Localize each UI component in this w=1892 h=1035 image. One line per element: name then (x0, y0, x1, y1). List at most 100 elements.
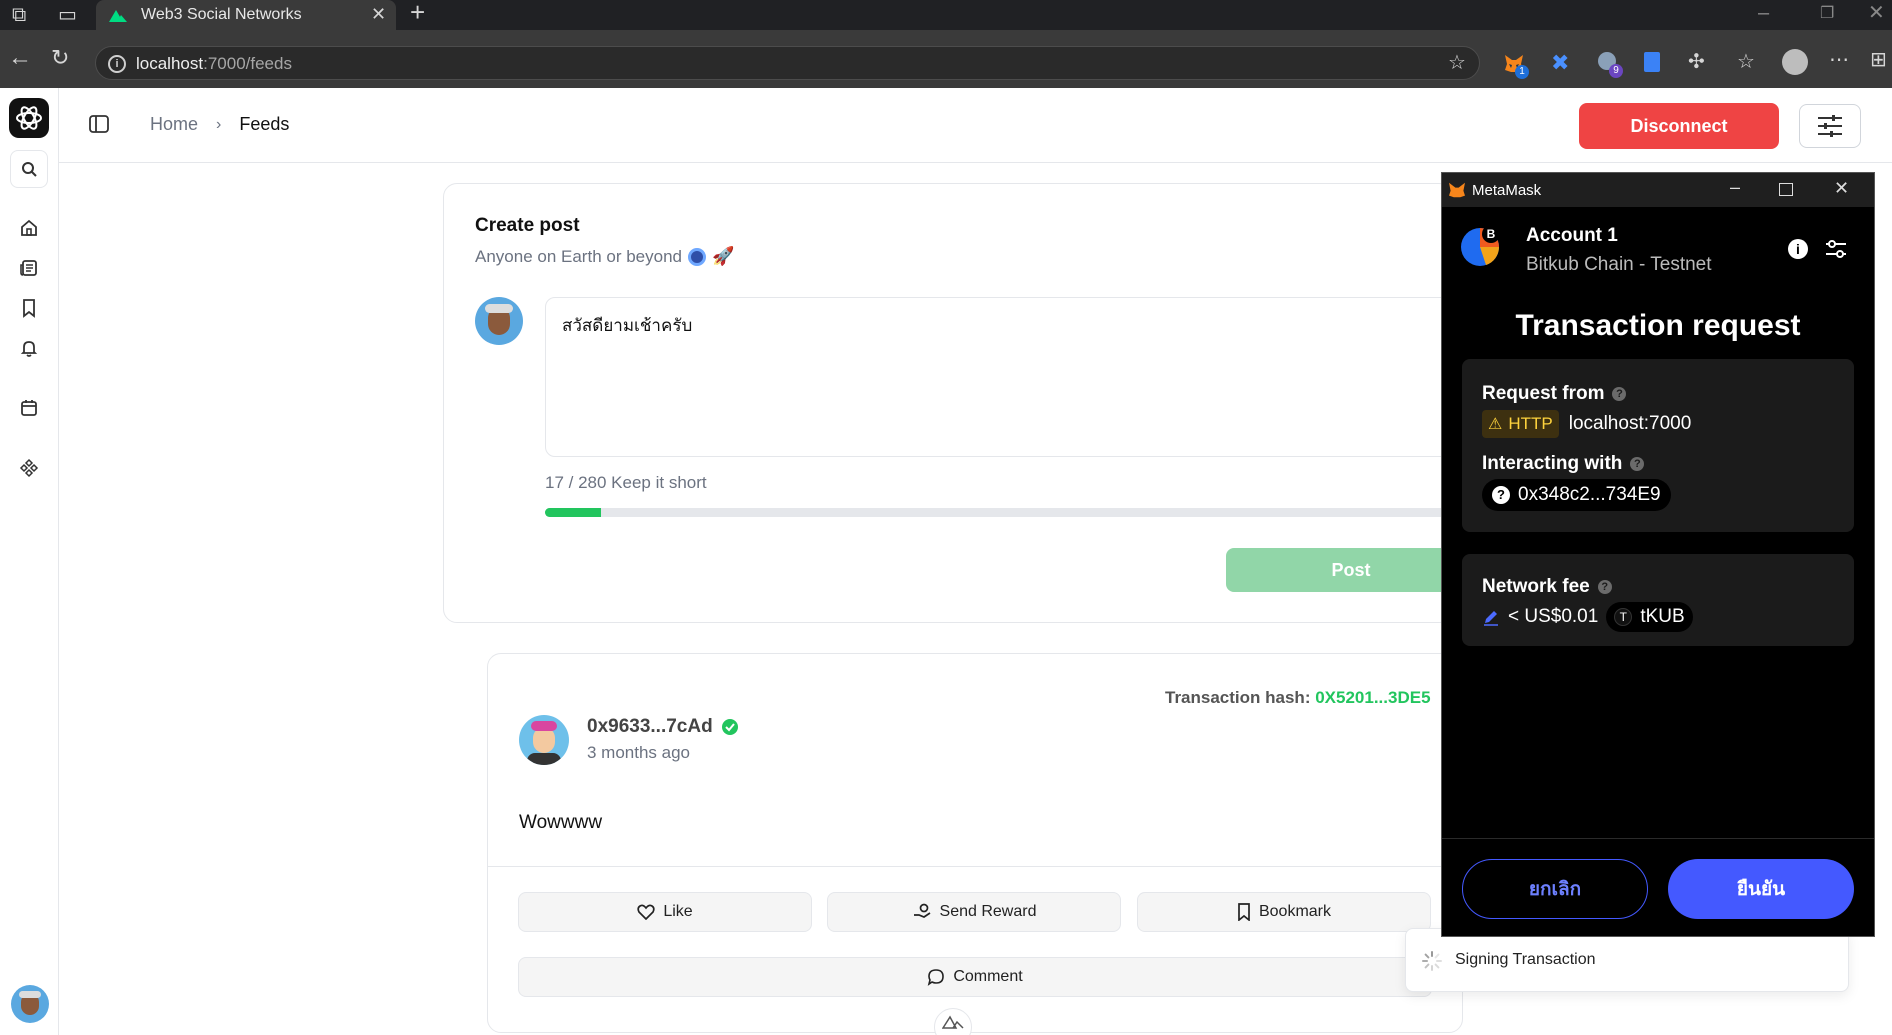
favorite-star-icon[interactable]: ☆ (1448, 53, 1466, 73)
nuxt-logo-icon (942, 1015, 964, 1029)
metamask-extension-icon[interactable]: 1 (1503, 52, 1529, 79)
create-post-card: Create post Anyone on Earth or beyond 🚀 … (443, 183, 1476, 623)
mm-close-icon[interactable]: ✕ (1834, 178, 1849, 199)
sidebar-item-bookmarks[interactable] (11, 290, 47, 326)
tab-actions-icon[interactable]: ▭ (58, 5, 77, 25)
tx-hash-link[interactable]: 0X5201...3DE5 (1315, 688, 1430, 707)
sidebar-item-calendar[interactable] (11, 390, 47, 426)
fee-value: < US$0.01 (1508, 606, 1599, 627)
url-text: localhost:7000/feeds (136, 54, 292, 74)
char-progress-fill (545, 508, 601, 517)
settings-button[interactable] (1799, 104, 1861, 148)
extensions-puzzle-icon[interactable]: ✣ (1688, 52, 1705, 72)
mm-minimize-icon[interactable]: – (1730, 177, 1740, 198)
interacting-with-row: Interacting with ? (1482, 453, 1645, 475)
back-icon[interactable]: ← (8, 46, 32, 70)
toggle-sidebar-icon[interactable] (89, 115, 109, 133)
address-bar[interactable]: i localhost:7000/feeds ☆ (95, 46, 1480, 80)
mm-settings-sliders-icon[interactable] (1824, 237, 1848, 261)
sidebar-copilot-icon[interactable]: ⊞ (1870, 50, 1887, 70)
comment-button[interactable]: Comment (518, 957, 1432, 997)
app-sidebar (0, 88, 59, 1035)
help-icon[interactable]: ? (1597, 580, 1612, 594)
doc-extension-icon[interactable] (1644, 52, 1660, 72)
network-fee-label: Network fee (1482, 576, 1590, 597)
account-name[interactable]: Account 1 (1526, 225, 1618, 247)
site-info-icon[interactable]: i (108, 55, 126, 73)
sidebar-item-notifications[interactable] (11, 330, 47, 366)
like-label: Like (663, 903, 693, 920)
author-address[interactable]: 0x9633...7cAd (587, 716, 713, 738)
bookmark-button[interactable]: Bookmark (1137, 892, 1431, 932)
breadcrumb-current: Feeds (239, 114, 290, 134)
mm-maximize-icon[interactable] (1779, 183, 1793, 196)
info-icon[interactable]: i (1788, 239, 1808, 259)
metamask-titlebar: MetaMask – ✕ (1442, 173, 1874, 207)
favorites-icon[interactable]: ☆ (1737, 52, 1755, 72)
token-pill: T tKUB (1606, 602, 1693, 632)
request-details-panel: Request from ? ⚠ HTTP localhost:7000 Int… (1462, 359, 1854, 532)
avatar-hair (531, 721, 557, 731)
breadcrumb-home[interactable]: Home (150, 114, 198, 135)
send-reward-button[interactable]: Send Reward (827, 892, 1121, 932)
contract-address: 0x348c2...734E9 (1518, 484, 1661, 505)
profile-avatar-icon[interactable] (1782, 49, 1808, 75)
reload-icon[interactable]: ↻ (51, 47, 69, 69)
disconnect-button[interactable]: Disconnect (1579, 103, 1779, 149)
network-fee-row: Network fee ? (1482, 576, 1612, 598)
workspaces-icon[interactable]: ⧉ (12, 5, 26, 25)
nuxt-logo-icon (109, 10, 127, 22)
avatar-headband (485, 304, 513, 313)
fee-value-row: < US$0.01 T tKUB (1482, 602, 1693, 632)
mm-confirm-button[interactable]: ยืนยัน (1668, 859, 1854, 919)
post-textarea[interactable]: สวัสดียามเช้าครับ (545, 297, 1465, 457)
contract-address-pill[interactable]: ? 0x348c2...734E9 (1482, 479, 1671, 511)
sidebar-search-button[interactable] (10, 150, 48, 188)
request-from-label: Request from (1482, 383, 1605, 404)
sidebar-item-home[interactable] (11, 210, 47, 246)
char-counter: 17 / 280 Keep it short (545, 473, 707, 492)
bell-icon (20, 341, 38, 357)
create-post-title: Create post (475, 215, 580, 236)
mm-header-spacer (1443, 265, 1875, 266)
tx-hash-row: Transaction hash: 0X5201...3DE5 (1165, 688, 1431, 708)
minimize-window-icon[interactable]: – (1758, 3, 1769, 23)
new-tab-icon[interactable]: + (410, 0, 425, 25)
restore-window-icon[interactable]: ❐ (1820, 4, 1834, 24)
origin-row: ⚠ HTTP localhost:7000 (1482, 410, 1691, 438)
user-avatar[interactable] (11, 985, 49, 1023)
browser-tab[interactable]: Web3 Social Networks ✕ (96, 0, 396, 30)
composer-avatar (475, 297, 523, 345)
close-window-icon[interactable]: ✕ (1868, 3, 1885, 23)
char-progress-bar (545, 508, 1465, 517)
app-logo[interactable] (9, 98, 49, 138)
help-icon[interactable]: ? (1630, 457, 1645, 471)
signing-toast: Signing Transaction (1405, 928, 1849, 992)
close-tab-icon[interactable]: ✕ (371, 4, 386, 24)
chat-extension-icon[interactable]: 9 (1598, 52, 1623, 78)
edit-gas-icon[interactable] (1482, 608, 1500, 626)
heart-icon (637, 904, 655, 920)
post-time: 3 months ago (587, 743, 691, 762)
tx-hash-label: Transaction hash: (1165, 688, 1311, 707)
bookmark-icon (1238, 903, 1250, 921)
newspaper-icon (20, 260, 37, 276)
home-icon (21, 219, 37, 236)
sidebar-item-components[interactable] (11, 450, 47, 486)
calendar-icon (21, 400, 37, 416)
rocket-emoji-icon: 🚀 (711, 246, 735, 266)
tools-extension-icon[interactable]: ✖ (1551, 50, 1569, 76)
post-button[interactable]: Post (1226, 548, 1476, 592)
account-avatar[interactable]: B (1460, 225, 1500, 267)
more-menu-icon[interactable]: ⋯ (1829, 50, 1849, 70)
metamask-badge: 1 (1515, 65, 1529, 79)
token-letter-icon: T (1614, 608, 1633, 626)
network-fee-panel: Network fee ? < US$0.01 T tKUB (1462, 554, 1854, 646)
author-avatar[interactable] (519, 715, 569, 765)
like-button[interactable]: Like (518, 892, 812, 932)
http-warning-badge: ⚠ HTTP (1482, 410, 1559, 438)
saturn-emoji-icon (687, 247, 706, 266)
sidebar-item-feeds[interactable] (11, 250, 47, 286)
help-icon[interactable]: ? (1612, 387, 1627, 401)
mm-cancel-button[interactable]: ยกเลิก (1462, 859, 1648, 919)
